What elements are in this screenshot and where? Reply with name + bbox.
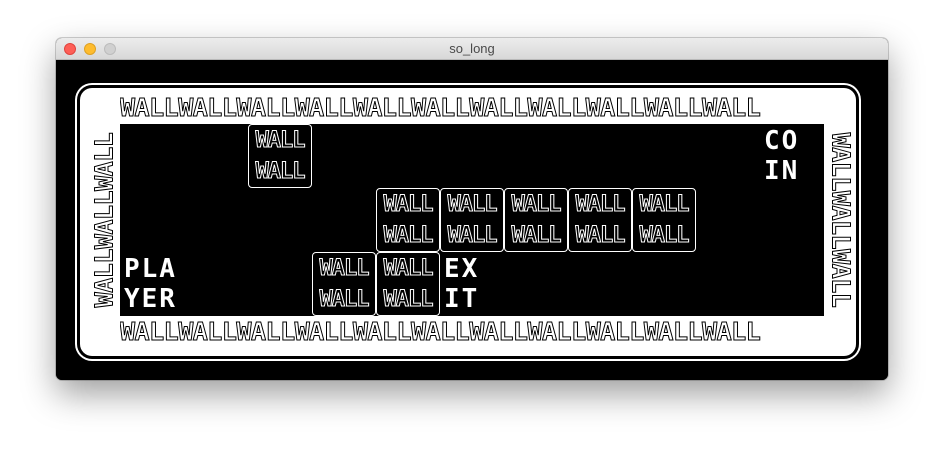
wall-tile-label: WALL: [447, 191, 498, 217]
wall-tile-label: WALL: [447, 222, 498, 248]
wall-tile: WALL WALL: [504, 188, 568, 252]
wall-tile-label: WALL: [319, 255, 370, 281]
game-window: so_long WALLWALLWALLWALLWALLWALLWALLWALL…: [56, 38, 888, 380]
wall-tile-label: WALL: [383, 255, 434, 281]
wall-tile-label: WALL: [255, 158, 306, 184]
right-wall-label: WALLWALLWALL: [826, 132, 856, 308]
wall-tile-label: WALL: [511, 222, 562, 248]
top-wall-border: WALLWALLWALLWALLWALLWALLWALLWALLWALLWALL…: [120, 93, 761, 123]
wall-tile: WALL WALL: [632, 188, 696, 252]
left-wall-border: WALLWALLWALL: [88, 124, 120, 316]
player-label-line1: PLA: [124, 254, 177, 284]
wall-tile-label: WALL: [383, 191, 434, 217]
wall-tile-label: WALL: [575, 222, 626, 248]
wall-tile-label: WALL: [383, 222, 434, 248]
playfield: PLA YER EX IT CO IN WALL WALL WALL WALL WALL…: [120, 124, 824, 316]
wall-tile: WALL WALL: [248, 124, 312, 188]
exit-tile: EX IT: [440, 252, 504, 316]
wall-tile: WALL WALL: [568, 188, 632, 252]
wall-tile: WALL WALL: [376, 188, 440, 252]
wall-tile-label: WALL: [511, 191, 562, 217]
wall-tile-label: WALL: [575, 191, 626, 217]
window-title: so_long: [449, 41, 495, 56]
exit-label-line2: IT: [444, 284, 480, 314]
wall-tile: WALL WALL: [376, 252, 440, 316]
wall-tile-label: WALL: [383, 286, 434, 312]
player-tile: PLA YER: [120, 252, 184, 316]
game-canvas[interactable]: WALLWALLWALLWALLWALLWALLWALLWALLWALLWALL…: [56, 60, 888, 380]
wall-tile-label: WALL: [255, 127, 306, 153]
wall-tile: WALL WALL: [440, 188, 504, 252]
wall-tile: WALL WALL: [312, 252, 376, 316]
wall-tile-label: WALL: [319, 286, 370, 312]
coin-label-line2: IN: [764, 156, 800, 186]
right-wall-border: WALLWALLWALL: [824, 124, 856, 316]
coin-label-line1: CO: [764, 126, 800, 156]
wall-tile-label: WALL: [639, 222, 690, 248]
bottom-wall-border: WALLWALLWALLWALLWALLWALLWALLWALLWALLWALL…: [120, 317, 761, 347]
wall-tile-label: WALL: [639, 191, 690, 217]
coin-tile: CO IN: [760, 124, 824, 188]
player-label-line2: YER: [124, 284, 177, 314]
title-bar[interactable]: so_long: [56, 38, 888, 60]
exit-label-line1: EX: [444, 254, 480, 284]
left-wall-label: WALLWALLWALL: [89, 132, 119, 308]
